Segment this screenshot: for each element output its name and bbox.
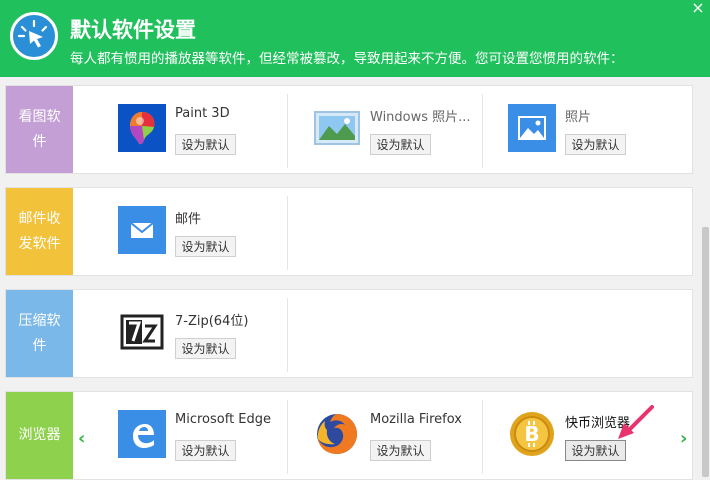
edge-icon (118, 410, 166, 458)
firefox-icon (313, 410, 361, 458)
app-name: Windows 照片... (370, 110, 471, 125)
scrollbar[interactable] (701, 77, 710, 480)
set-default-button[interactable]: 设为默认 (175, 236, 236, 257)
paint3d-icon (118, 104, 166, 152)
category-label: 压缩软件 (6, 290, 73, 377)
bitcoin-browser-icon: B (508, 410, 556, 458)
svg-text:B: B (524, 422, 539, 446)
app-item-firefox: Mozilla Firefox 设为默认 (288, 400, 483, 474)
set-default-button[interactable]: 设为默认 (370, 134, 431, 155)
app-item-windows-photo: Windows 照片... 设为默认 (288, 94, 483, 168)
cursor-logo-icon (10, 12, 58, 60)
set-default-button[interactable]: 设为默认 (175, 440, 236, 461)
set-default-button[interactable]: 设为默认 (565, 440, 626, 461)
app-item-edge: Microsoft Edge 设为默认 (93, 400, 288, 474)
category-mail: 邮件收发软件 邮件 设为默认 (5, 187, 693, 276)
page-title: 默认软件设置 (70, 18, 196, 42)
next-arrow-button[interactable]: › (680, 428, 687, 449)
category-label: 浏览器 (6, 392, 73, 479)
mail-icon (118, 206, 166, 254)
category-browser: 浏览器 ‹ Microsoft Edge 设为默认 Mozilla Firefo… (5, 391, 693, 480)
set-default-button[interactable]: 设为默认 (175, 338, 236, 359)
app-item-7zip: 7-Zip(64位) 设为默认 (93, 298, 288, 372)
page-subtitle: 每人都有惯用的播放器等软件，但经常被篡改，导致用起来不方便。您可设置您惯用的软件… (70, 51, 624, 67)
prev-arrow-button[interactable]: ‹ (78, 428, 85, 449)
category-label: 看图软件 (6, 86, 73, 173)
app-item-paint3d: Paint 3D 设为默认 (93, 94, 288, 168)
category-image-viewer: 看图软件 Paint 3D 设为默认 Windows 照片... 设为默认 照片… (5, 85, 693, 174)
7zip-icon (118, 308, 166, 356)
app-name: Microsoft Edge (175, 412, 272, 427)
app-name: 邮件 (175, 212, 202, 227)
photos-icon (508, 104, 556, 152)
app-name: 7-Zip(64位) (175, 314, 249, 329)
app-name: Mozilla Firefox (370, 412, 462, 427)
scrollbar-thumb[interactable] (702, 227, 709, 477)
header-bar: 默认软件设置 每人都有惯用的播放器等软件，但经常被篡改，导致用起来不方便。您可设… (0, 0, 710, 77)
category-label: 邮件收发软件 (6, 188, 73, 275)
set-default-button[interactable]: 设为默认 (175, 134, 236, 155)
app-item-photos: 照片 设为默认 (483, 94, 678, 168)
windows-photo-icon (313, 104, 361, 152)
set-default-button[interactable]: 设为默认 (370, 440, 431, 461)
app-name: 照片 (565, 110, 592, 125)
set-default-button[interactable]: 设为默认 (565, 134, 626, 155)
app-item-mail: 邮件 设为默认 (93, 196, 288, 270)
annotation-arrow-icon (618, 405, 654, 439)
app-name: Paint 3D (175, 106, 230, 121)
close-button[interactable]: × (690, 0, 706, 16)
category-compression: 压缩软件 7-Zip(64位) 设为默认 (5, 289, 693, 378)
